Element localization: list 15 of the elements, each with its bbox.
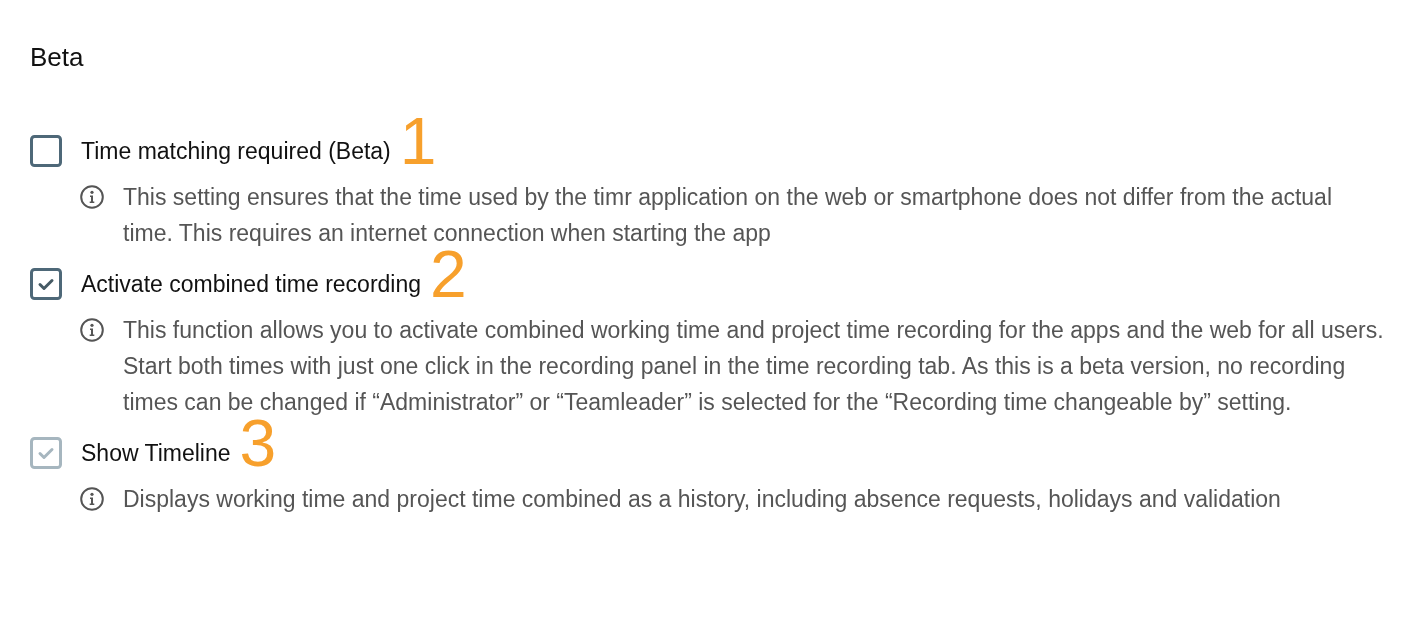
- setting-label: Show Timeline: [81, 439, 231, 467]
- checkbox[interactable]: [30, 135, 62, 167]
- setting-description: Displays working time and project time combined as a history, including absence requests, holidays and validation: [123, 485, 1282, 514]
- annotation-number: 3: [239, 418, 277, 468]
- info-icon: [80, 487, 104, 511]
- info-icon: [80, 318, 104, 342]
- setting-description: This setting ensures that the time used by the timr application on the web or smartphone does not differ from the actual time. This requires an internet connection when starting the app: [123, 183, 1334, 248]
- checkbox[interactable]: [30, 268, 62, 300]
- annotation-number: 1: [399, 116, 437, 166]
- setting-label: Activate combined time recording: [81, 270, 422, 298]
- annotation-number: 2: [430, 249, 467, 299]
- info-icon: [80, 185, 104, 209]
- setting-description: This function allows you to activate combined working time and project time recording for the apps and the web for all users. Start both times with just one click in the recording panel in the time recording tab. As this is a beta version, no recording times can be changed if “Administrator” or “Teamleader” is selected for the “Recording time changeable by” setting.: [123, 316, 1385, 417]
- setting-label: Time matching required (Beta): [81, 137, 391, 165]
- section-title: Beta: [30, 42, 84, 72]
